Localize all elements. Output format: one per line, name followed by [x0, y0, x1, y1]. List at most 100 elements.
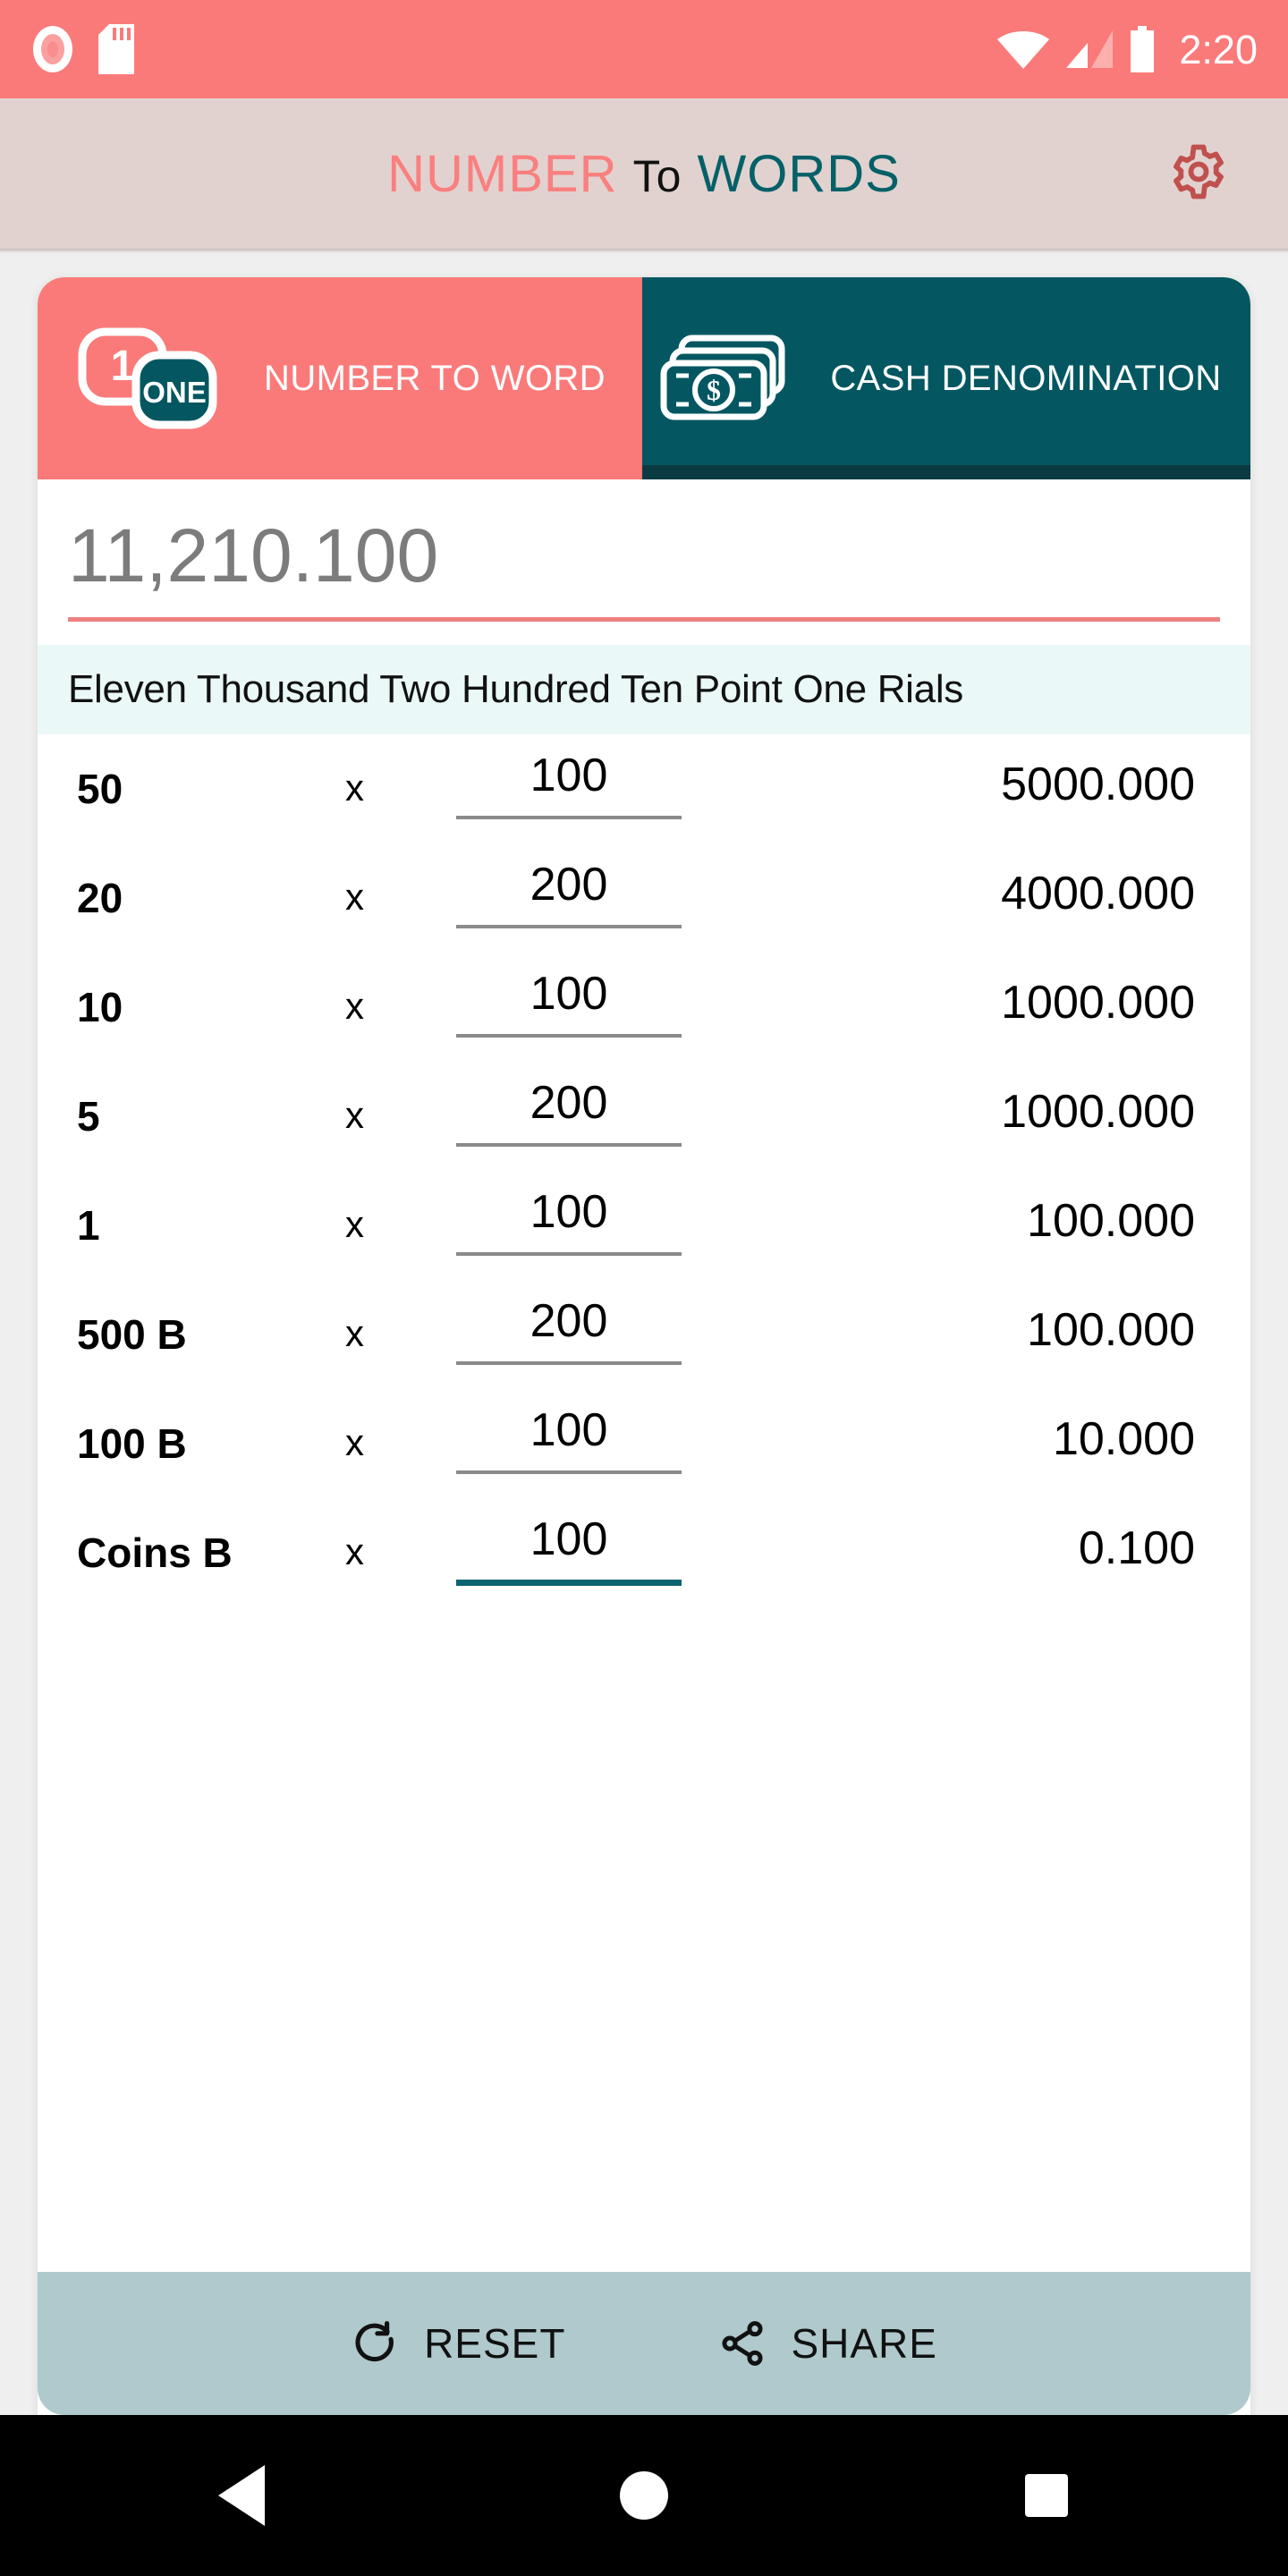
table-row: 50 x 100 5000.000: [38, 745, 1250, 854]
multiply-symbol: x: [345, 767, 364, 809]
recents-square-icon: [1025, 2474, 1068, 2517]
quantity-value: 100: [530, 1404, 608, 1456]
row-amount: 1000.000: [1001, 977, 1195, 1029]
quantity-underline: [456, 1034, 682, 1038]
multiply-symbol: x: [345, 1094, 364, 1136]
denomination-label: 100 B: [77, 1420, 187, 1467]
table-row: Coins B x 100 0.100: [38, 1509, 1250, 1618]
one-number-badge-icon: 1 ONE: [75, 325, 218, 432]
status-bar-clock: 2:20: [1179, 26, 1258, 72]
status-bar-right-icons: 2:20: [996, 26, 1258, 72]
quantity-field[interactable]: 100: [444, 1182, 694, 1257]
table-row: 1 x 100 100.000: [38, 1182, 1250, 1291]
quantity-underline: [456, 816, 682, 820]
action-bar: RESET SHARE: [38, 2272, 1250, 2415]
amount-input-underline: [68, 617, 1220, 622]
home-circle-icon: [620, 2471, 668, 2520]
android-nav-bar: [0, 2415, 1288, 2576]
multiply-symbol: x: [345, 1530, 364, 1572]
quantity-value: 200: [530, 1077, 608, 1129]
app-screen: 2:20 NUMBER To WORDS 1 ONE NUMBER TO WOR…: [0, 0, 1288, 2576]
quantity-value: 100: [530, 750, 608, 801]
reset-button[interactable]: RESET: [333, 2309, 583, 2377]
row-amount: 10.000: [1052, 1413, 1195, 1465]
table-row: 10 x 100 1000.000: [38, 963, 1250, 1072]
nav-home-button[interactable]: [595, 2446, 693, 2545]
back-triangle-icon: [218, 2465, 265, 2526]
quantity-underline: [456, 1143, 682, 1148]
svg-text:ONE: ONE: [142, 376, 207, 409]
multiply-symbol: x: [345, 876, 364, 918]
tab-cash-denomination-label: CASH DENOMINATION: [830, 358, 1222, 398]
tab-number-to-word[interactable]: 1 ONE NUMBER TO WORD: [38, 277, 642, 479]
app-bar: NUMBER To WORDS: [0, 98, 1288, 249]
quantity-field[interactable]: 100: [444, 963, 694, 1038]
quantity-field[interactable]: 200: [444, 854, 694, 929]
app-title-number: NUMBER: [387, 144, 618, 203]
app-title-words: WORDS: [697, 144, 901, 203]
tab-number-to-word-label: NUMBER TO WORD: [264, 358, 606, 398]
denomination-label: 10: [77, 984, 123, 1030]
battery-icon: [1129, 26, 1156, 72]
nav-back-button[interactable]: [192, 2446, 291, 2545]
row-amount: 100.000: [1027, 1195, 1195, 1247]
settings-button[interactable]: [1163, 138, 1234, 209]
multiply-symbol: x: [345, 985, 364, 1027]
banknotes-icon: $: [658, 329, 792, 428]
svg-text:$: $: [707, 374, 721, 406]
wifi-icon: [996, 29, 1050, 70]
status-bar: 2:20: [0, 0, 1288, 98]
table-row: 5 x 200 1000.000: [38, 1072, 1250, 1182]
quantity-field[interactable]: 100: [444, 745, 694, 820]
row-amount: 5000.000: [1001, 758, 1195, 810]
sd-card-icon: [98, 24, 134, 74]
quantity-field-focused[interactable]: 100: [444, 1509, 694, 1587]
row-amount: 100.000: [1027, 1304, 1195, 1356]
words-result-text: Eleven Thousand Two Hundred Ten Point On…: [68, 667, 963, 711]
denomination-label: 500 B: [77, 1311, 187, 1358]
amount-input[interactable]: 11,210.100: [68, 503, 1220, 608]
share-nodes-icon: [717, 2318, 767, 2368]
multiply-symbol: x: [345, 1312, 364, 1354]
denomination-label: 5: [77, 1093, 100, 1140]
tab-cash-denomination[interactable]: $ CASH DENOMINATION: [642, 277, 1250, 479]
quantity-underline: [456, 1470, 682, 1475]
screen-record-icon: [30, 23, 75, 75]
row-amount: 4000.000: [1001, 868, 1195, 919]
quantity-value: 100: [530, 968, 608, 1020]
denomination-table: 50 x 100 5000.000 20 x 200 4000.000 10 x…: [38, 734, 1250, 1618]
denomination-label: 20: [77, 875, 123, 921]
share-label: SHARE: [791, 2320, 937, 2367]
quantity-underline: [456, 925, 682, 929]
reset-label: RESET: [424, 2320, 566, 2367]
quantity-value: 100: [530, 1186, 608, 1238]
status-bar-left-icons: [30, 23, 134, 75]
quantity-field[interactable]: 100: [444, 1400, 694, 1475]
nav-recents-button[interactable]: [997, 2446, 1096, 2545]
denomination-label: Coins B: [77, 1530, 233, 1576]
quantity-field[interactable]: 200: [444, 1072, 694, 1148]
quantity-underline-focused: [456, 1580, 682, 1587]
app-bar-shadow: [0, 249, 1288, 253]
quantity-underline: [456, 1361, 682, 1366]
quantity-value: 200: [530, 1295, 608, 1347]
gear-icon: [1169, 142, 1228, 206]
active-tab-indicator: [642, 465, 1250, 479]
table-row: 500 B x 200 100.000: [38, 1291, 1250, 1400]
tab-bar: 1 ONE NUMBER TO WORD $ CASH DENOMINATION: [38, 277, 1250, 479]
app-title: NUMBER To WORDS: [0, 144, 1288, 204]
row-amount: 1000.000: [1001, 1086, 1195, 1138]
multiply-symbol: x: [345, 1203, 364, 1245]
row-amount: 0.100: [1078, 1522, 1195, 1574]
refresh-icon: [351, 2318, 401, 2368]
words-result-strip: Eleven Thousand Two Hundred Ten Point On…: [38, 645, 1250, 734]
table-row: 20 x 200 4000.000: [38, 854, 1250, 963]
amount-input-container: 11,210.100: [38, 479, 1250, 622]
cellular-signal-icon: [1064, 29, 1114, 70]
quantity-underline: [456, 1252, 682, 1257]
multiply-symbol: x: [345, 1421, 364, 1463]
quantity-field[interactable]: 200: [444, 1291, 694, 1366]
table-row: 100 B x 100 10.000: [38, 1400, 1250, 1509]
quantity-value: 200: [530, 859, 608, 911]
share-button[interactable]: SHARE: [699, 2309, 954, 2377]
